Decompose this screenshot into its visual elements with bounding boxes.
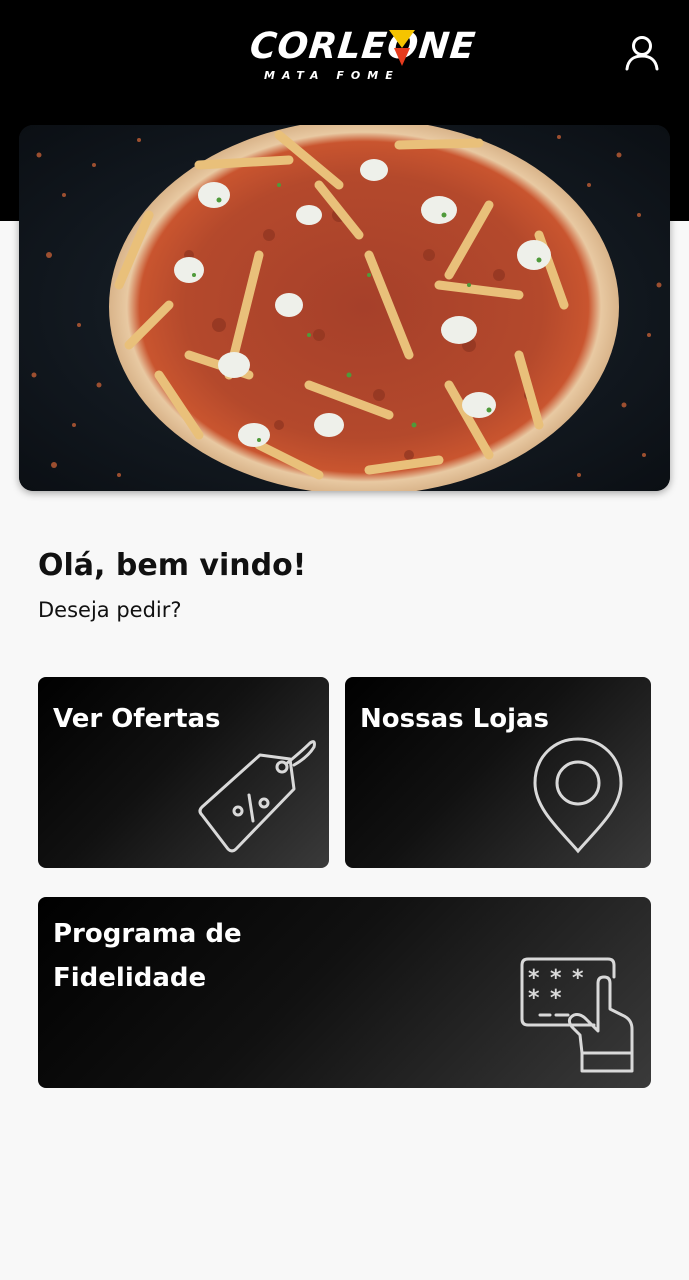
user-icon bbox=[625, 36, 659, 71]
loyalty-card[interactable]: Programa de Fidelidade * * * * * bbox=[38, 897, 651, 1088]
logo-mark-icon bbox=[389, 30, 415, 66]
svg-text:*: * bbox=[550, 986, 562, 1011]
map-pin-icon bbox=[533, 737, 623, 854]
brand-logo: CORLEONE MATA FOME bbox=[248, 26, 478, 88]
card-payment-icon: * * * * * bbox=[520, 957, 634, 1073]
hero-banner[interactable] bbox=[19, 125, 670, 491]
stores-card[interactable]: Nossas Lojas bbox=[345, 677, 651, 868]
account-button[interactable] bbox=[622, 33, 662, 73]
loyalty-card-label: Programa de Fidelidade bbox=[53, 919, 242, 993]
brand-tagline: MATA FOME bbox=[264, 69, 400, 82]
brand-name: CORLEONE bbox=[247, 26, 478, 67]
svg-text:*: * bbox=[528, 986, 540, 1011]
welcome-subtitle: Deseja pedir? bbox=[38, 598, 182, 622]
offers-card-label: Ver Ofertas bbox=[53, 704, 221, 734]
svg-text:*: * bbox=[572, 966, 584, 991]
offers-card[interactable]: Ver Ofertas bbox=[38, 677, 329, 868]
stores-card-label: Nossas Lojas bbox=[360, 704, 550, 734]
discount-tag-icon bbox=[198, 740, 316, 853]
welcome-title: Olá, bem vindo! bbox=[38, 548, 307, 583]
pizza-with-fries-image bbox=[19, 125, 670, 491]
